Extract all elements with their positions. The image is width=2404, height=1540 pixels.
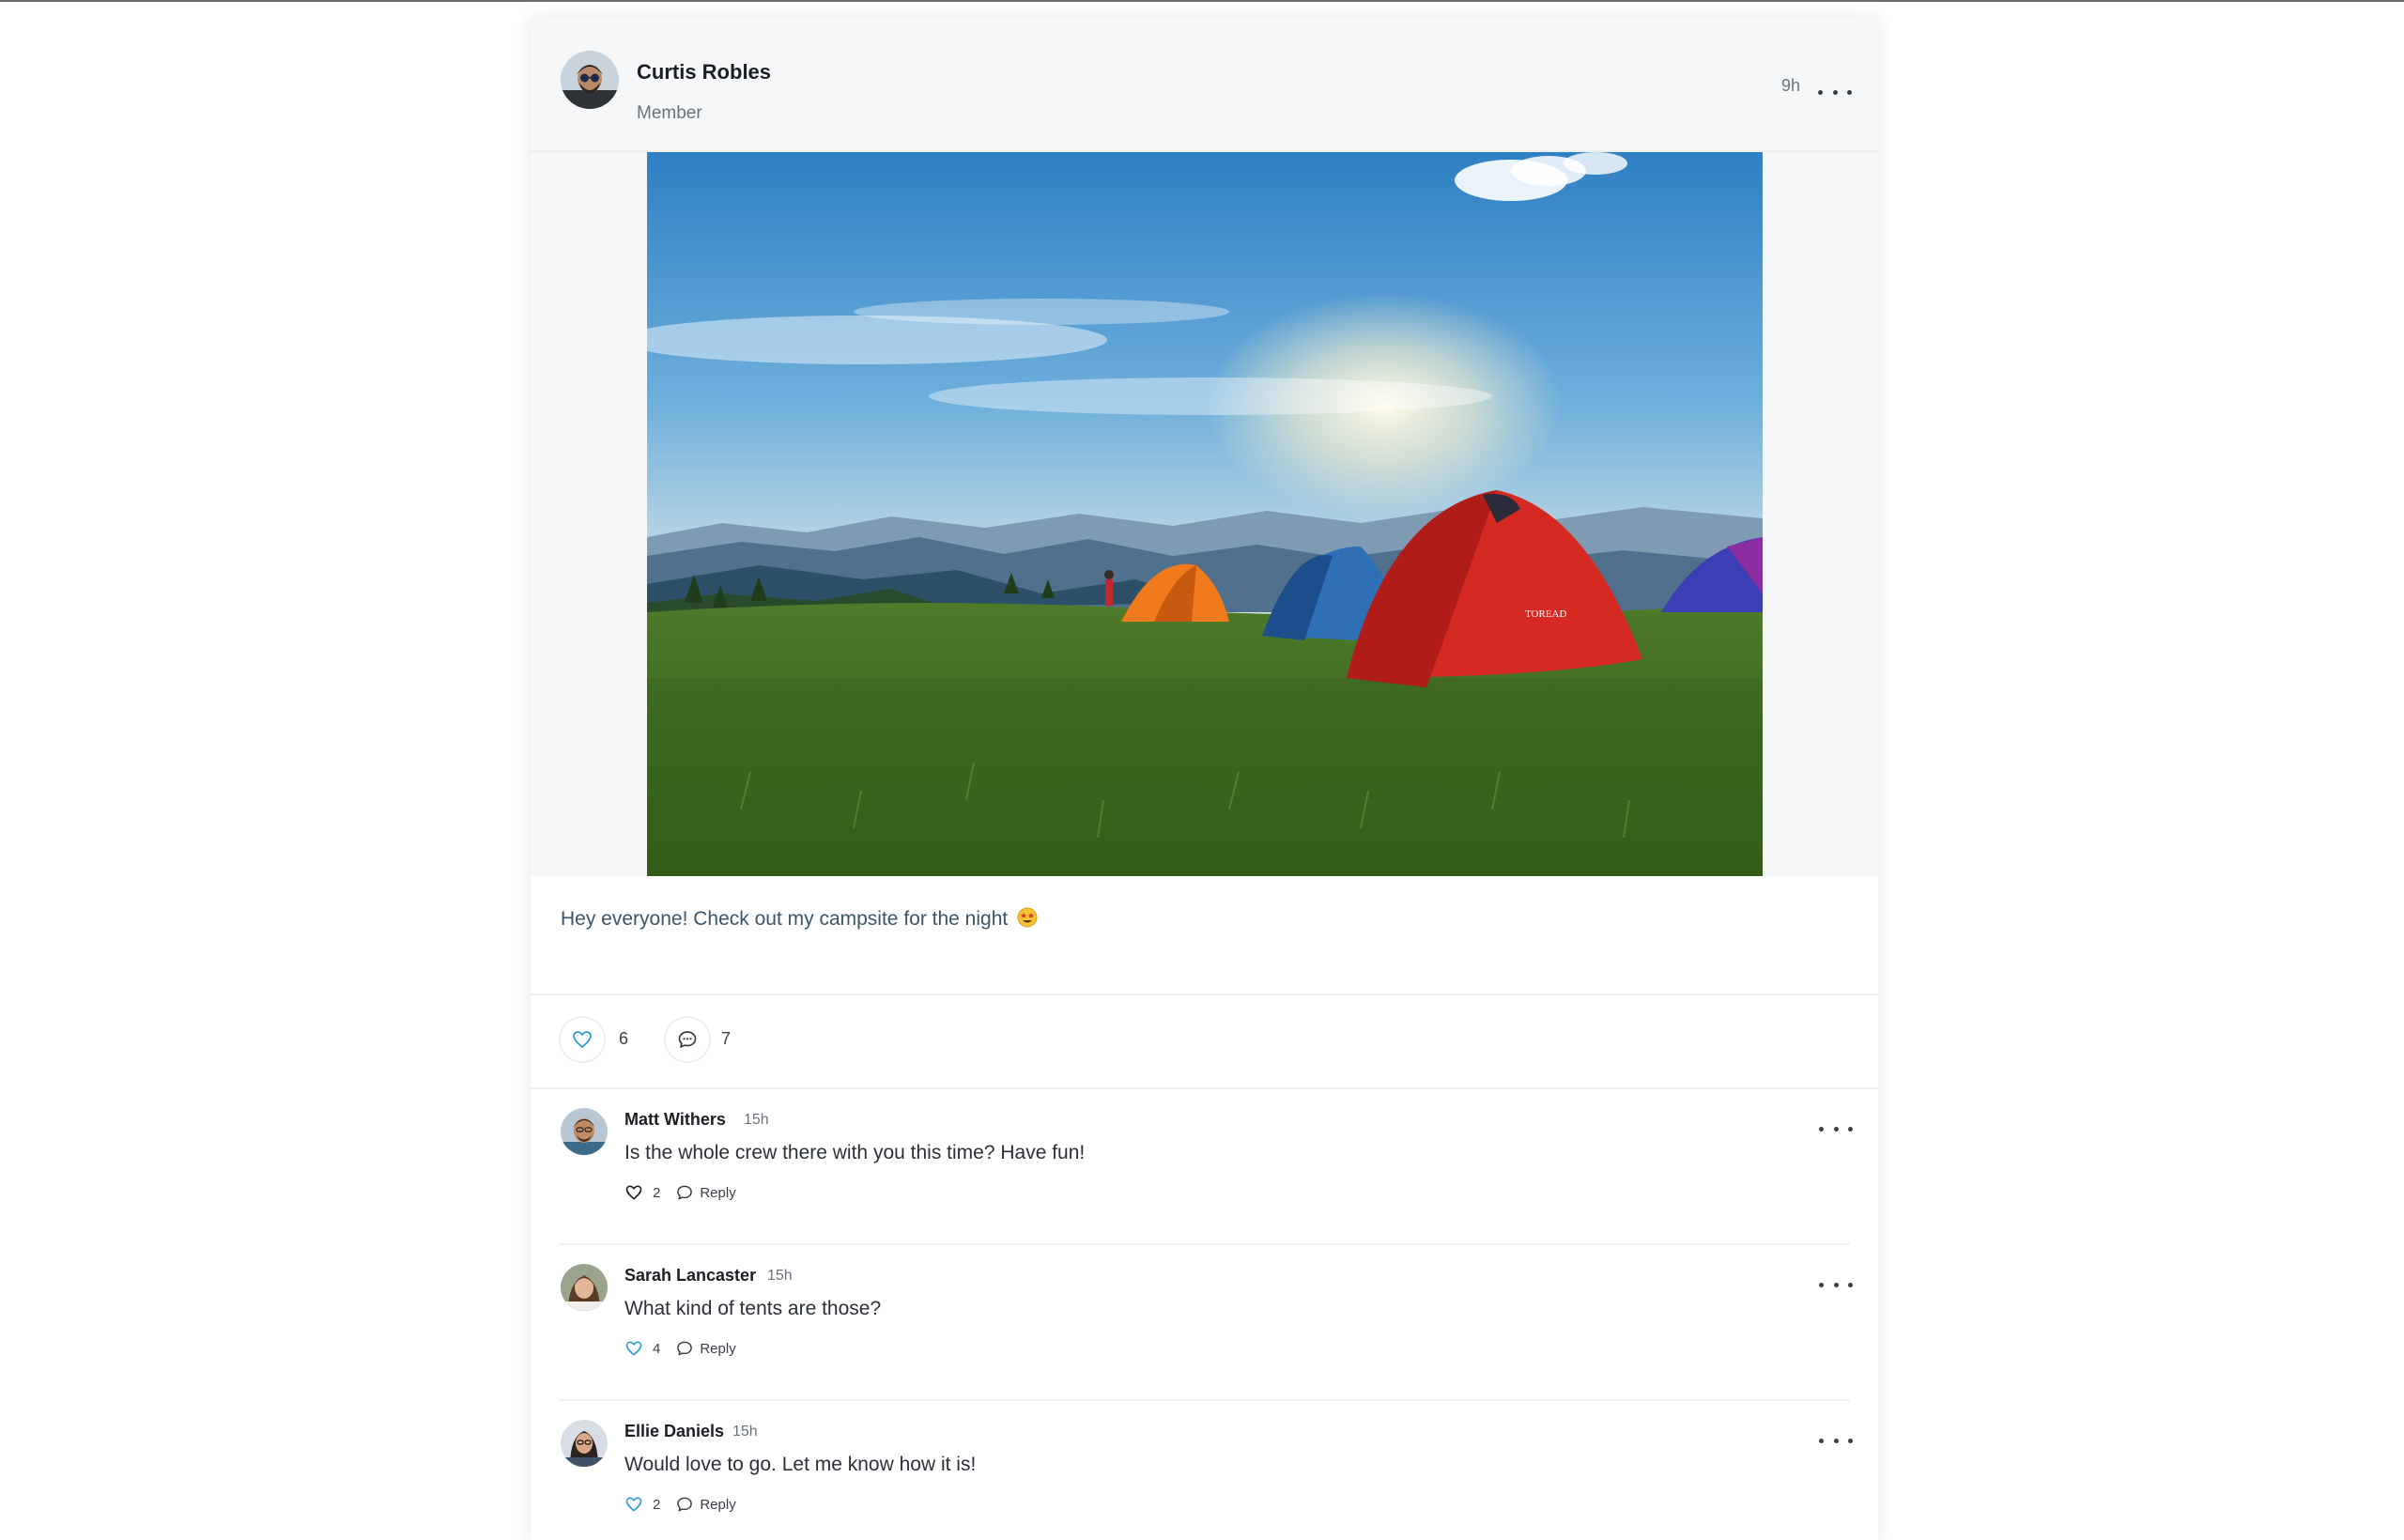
reply-button[interactable]: Reply [700,1497,735,1513]
comment-actions: 4 Reply [624,1339,736,1358]
comment-text: Would love to go. Let me know how it is! [624,1454,977,1475]
tent-brand-text: TOREAD [1525,608,1566,620]
caption-divider [531,993,1878,995]
comment-timestamp: 15h [744,1112,769,1128]
heart-icon [573,1031,592,1048]
comment-more-icon[interactable] [1819,1273,1853,1296]
like-button[interactable] [559,1016,606,1063]
comment-item: Sarah Lancaster 15h What kind of tents a… [531,1245,1878,1401]
post-card: Curtis Robles Member 9h TOREAD Hey every… [531,19,1878,1540]
comment-actions: 2 Reply [624,1183,736,1202]
comment-like-count: 2 [653,1184,661,1201]
comment-button[interactable] [664,1016,711,1063]
heart-icon[interactable] [624,1339,643,1358]
comment-like-count: 2 [653,1496,661,1513]
comment-item: Matt Withers 15h Is the whole crew there… [531,1089,1878,1245]
commenter-name[interactable]: Matt Withers [624,1110,726,1130]
author-avatar[interactable] [561,51,619,109]
post-timestamp: 9h [1781,76,1801,95]
reply-button[interactable]: Reply [700,1185,735,1201]
author-role: Member [637,103,702,123]
author-name[interactable]: Curtis Robles [637,60,771,85]
comment-timestamp: 15h [767,1268,793,1284]
comment-more-icon[interactable] [1819,1117,1853,1140]
commenter-avatar[interactable] [561,1420,608,1467]
reply-button[interactable]: Reply [700,1341,735,1357]
post-caption-text: Hey everyone! Check out my campsite for … [561,908,1009,930]
campsite-photo[interactable]: TOREAD [647,152,1763,876]
window-top-border [0,0,2404,2]
post-more-icon[interactable] [1818,81,1852,103]
comment-actions: 2 Reply [624,1495,736,1514]
comment-like-count: 4 [653,1340,661,1357]
commenter-name[interactable]: Ellie Daniels [624,1422,724,1441]
comment-more-icon[interactable] [1819,1429,1853,1452]
comment-text: Is the whole crew there with you this ti… [624,1142,1086,1163]
comment-text: What kind of tents are those? [624,1298,882,1319]
comment-count: 7 [721,1029,732,1048]
post-media: TOREAD [531,152,1878,876]
like-count: 6 [619,1029,629,1048]
post-caption: Hey everyone! Check out my campsite for … [561,907,1038,931]
reply-icon[interactable] [675,1183,694,1202]
commenter-name[interactable]: Sarah Lancaster [624,1266,756,1286]
star-struck-emoji-icon [1017,907,1038,928]
comment-timestamp: 15h [732,1424,758,1440]
reply-icon[interactable] [675,1495,694,1514]
heart-icon[interactable] [624,1183,643,1202]
post-header: Curtis Robles Member 9h [531,19,1878,152]
comment-icon [678,1031,697,1048]
heart-icon[interactable] [624,1495,643,1514]
commenter-avatar[interactable] [561,1108,608,1155]
commenter-avatar[interactable] [561,1264,608,1311]
reply-icon[interactable] [675,1339,694,1358]
